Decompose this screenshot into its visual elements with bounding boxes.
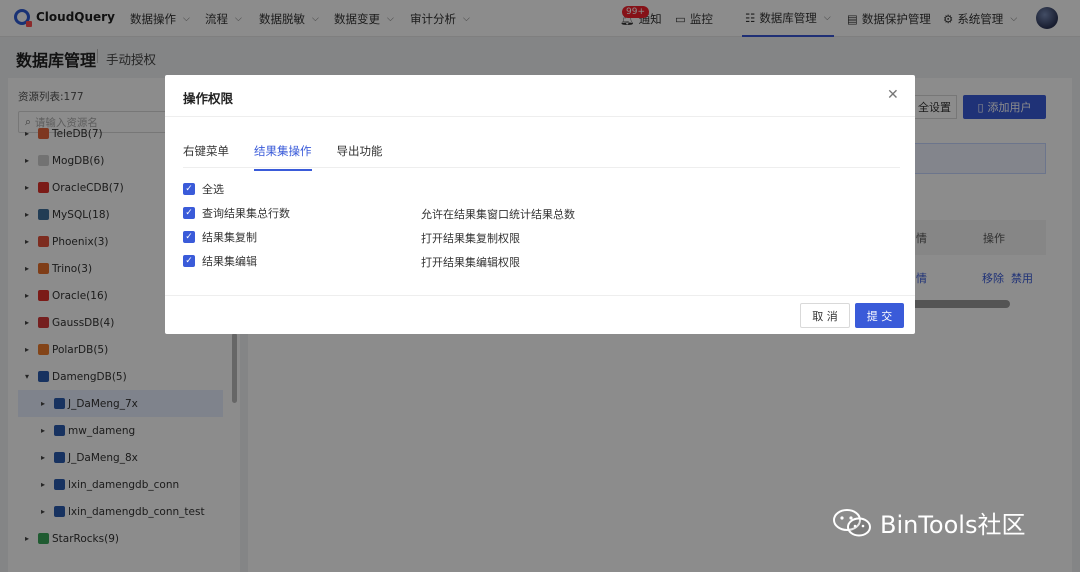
modal-header-divider xyxy=(165,116,915,117)
checkbox-result-edit[interactable]: ✓ 结果集编辑 xyxy=(183,253,257,269)
modal-footer-divider xyxy=(165,295,915,296)
option-description: 打开结果集编辑权限 xyxy=(421,256,520,269)
watermark: BinTools社区 xyxy=(832,505,1025,540)
checkbox-checked-icon: ✓ xyxy=(183,183,195,195)
watermark-text: BinTools社区 xyxy=(880,511,1026,539)
checkbox-checked-icon: ✓ xyxy=(183,207,195,219)
cancel-button[interactable]: 取 消 xyxy=(800,303,850,328)
option-description: 打开结果集复制权限 xyxy=(421,232,520,245)
close-icon[interactable]: ✕ xyxy=(887,87,899,103)
modal-title: 操作权限 xyxy=(183,91,234,106)
checkbox-result-copy[interactable]: ✓ 结果集复制 xyxy=(183,229,257,245)
option-description: 允许在结果集窗口统计结果总数 xyxy=(421,208,575,221)
tabs-underline xyxy=(183,167,900,168)
checkbox-select-all[interactable]: ✓ 全选 xyxy=(183,181,224,197)
wechat-icon xyxy=(833,508,871,536)
submit-button[interactable]: 提 交 xyxy=(855,303,904,328)
checkbox-query-row-count[interactable]: ✓ 查询结果集总行数 xyxy=(183,205,290,221)
checkbox-checked-icon: ✓ xyxy=(183,255,195,267)
permission-modal: 操作权限 ✕ 右键菜单 结果集操作 导出功能 ✓ 全选 ✓ 查询结果集总行数 允… xyxy=(165,75,915,334)
checkbox-checked-icon: ✓ xyxy=(183,231,195,243)
